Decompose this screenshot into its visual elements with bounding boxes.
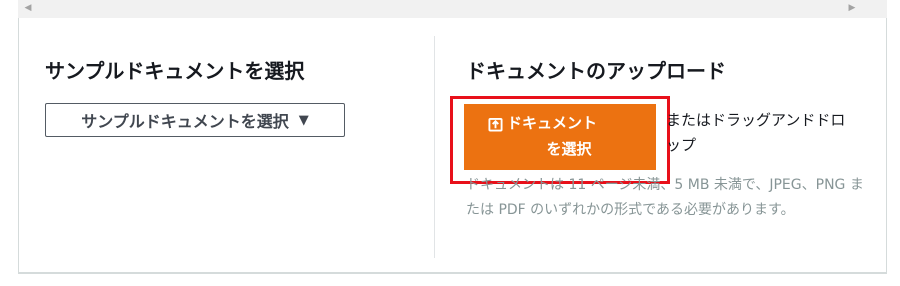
sample-section-title: サンプルドキュメントを選択 xyxy=(45,59,305,83)
upload-help-text: ドキュメントは 11 ページ未満、5 MB 未満で、JPEG、PNG または P… xyxy=(466,177,864,218)
drag-and-drop-text: またはドラッグアンドドロップ xyxy=(666,111,846,154)
upload-button-label-line1: ドキュメント xyxy=(507,115,598,132)
sample-dropdown-label: サンプルドキュメントを選択 xyxy=(81,112,289,131)
upload-section-title: ドキュメントのアップロード xyxy=(466,59,726,83)
upload-button-label-line2: を選択 xyxy=(546,141,592,158)
section-divider xyxy=(434,36,435,258)
sample-document-dropdown[interactable]: サンプルドキュメントを選択 ▼ xyxy=(45,103,345,137)
scroll-right-arrow-icon[interactable]: ▶ xyxy=(845,1,859,15)
choose-document-button[interactable]: ドキュメント を選択 xyxy=(464,104,656,170)
scroll-left-arrow-icon[interactable]: ◀ xyxy=(21,1,35,15)
horizontal-scrollbar[interactable]: ◀ ▶ xyxy=(18,0,887,19)
upload-icon xyxy=(488,117,503,132)
caret-down-icon: ▼ xyxy=(298,112,309,128)
